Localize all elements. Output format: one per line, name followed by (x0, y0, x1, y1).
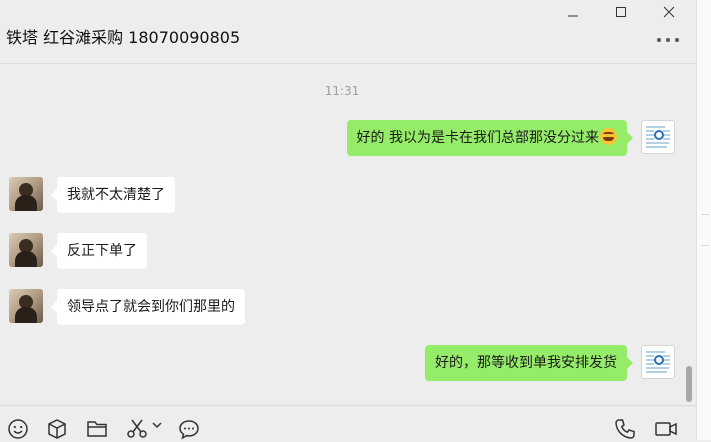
emoji-button[interactable] (6, 418, 30, 442)
voice-call-button[interactable] (613, 418, 637, 442)
video-icon (655, 422, 677, 436)
package-icon (48, 419, 66, 439)
chat-history-button[interactable] (177, 418, 201, 442)
my-avatar[interactable] (641, 120, 675, 154)
dot (666, 38, 670, 42)
message-text: 我就不太清楚了 (67, 187, 165, 203)
message-text: 领导点了就会到你们那里的 (67, 299, 235, 315)
message-text: 反正下单了 (67, 243, 137, 259)
edge-notch (701, 214, 709, 246)
window-controls (549, 0, 693, 24)
dot (657, 38, 661, 42)
contact-avatar[interactable] (9, 289, 43, 323)
phone-icon (615, 419, 635, 439)
screenshot-button[interactable] (125, 418, 149, 442)
more-options-button[interactable] (657, 36, 679, 44)
close-button[interactable] (645, 0, 693, 24)
chevron-down-icon (152, 422, 162, 429)
laughing-emoji-icon (600, 128, 617, 145)
maximize-icon (616, 7, 626, 17)
message-text: 好的，那等收到单我安排发货 (435, 355, 617, 371)
message-timestamp: 11:31 (324, 84, 360, 98)
close-icon (663, 6, 675, 18)
screenshot-options-button[interactable] (150, 418, 164, 442)
message-text: 好的 我以为是卡在我们总部那没分过来 (356, 130, 599, 146)
avatar-body (15, 307, 37, 323)
dot (675, 38, 679, 42)
avatar-body (15, 251, 37, 267)
chat-bubble-icon (179, 420, 199, 440)
outgoing-message-bubble[interactable]: 好的，那等收到单我安排发货 (425, 345, 633, 381)
avatar-logo (654, 355, 664, 365)
my-avatar[interactable] (641, 345, 675, 379)
outgoing-message-bubble[interactable]: 好的 我以为是卡在我们总部那没分过来 (346, 120, 634, 156)
scissors-icon (127, 419, 147, 438)
window-edge (696, 0, 711, 440)
emoji-icon (8, 419, 28, 439)
input-toolbar (0, 405, 697, 440)
minimize-button[interactable] (549, 0, 597, 24)
avatar-body (15, 195, 37, 211)
contact-avatar[interactable] (9, 177, 43, 211)
favorites-button[interactable] (45, 418, 69, 442)
folder-icon (87, 421, 107, 437)
minimize-icon (568, 15, 578, 17)
avatar-logo (654, 130, 664, 140)
video-call-button[interactable] (654, 418, 678, 442)
incoming-message-bubble[interactable]: 反正下单了 (51, 233, 147, 269)
incoming-message-bubble[interactable]: 领导点了就会到你们那里的 (51, 289, 245, 325)
send-file-button[interactable] (85, 418, 109, 442)
chat-title: 铁塔 红谷滩采购 18070090805 (6, 28, 241, 47)
maximize-button[interactable] (597, 0, 645, 24)
chat-scrollbar-thumb[interactable] (686, 366, 692, 402)
incoming-message-bubble[interactable]: 我就不太清楚了 (51, 177, 175, 213)
contact-avatar[interactable] (9, 233, 43, 267)
